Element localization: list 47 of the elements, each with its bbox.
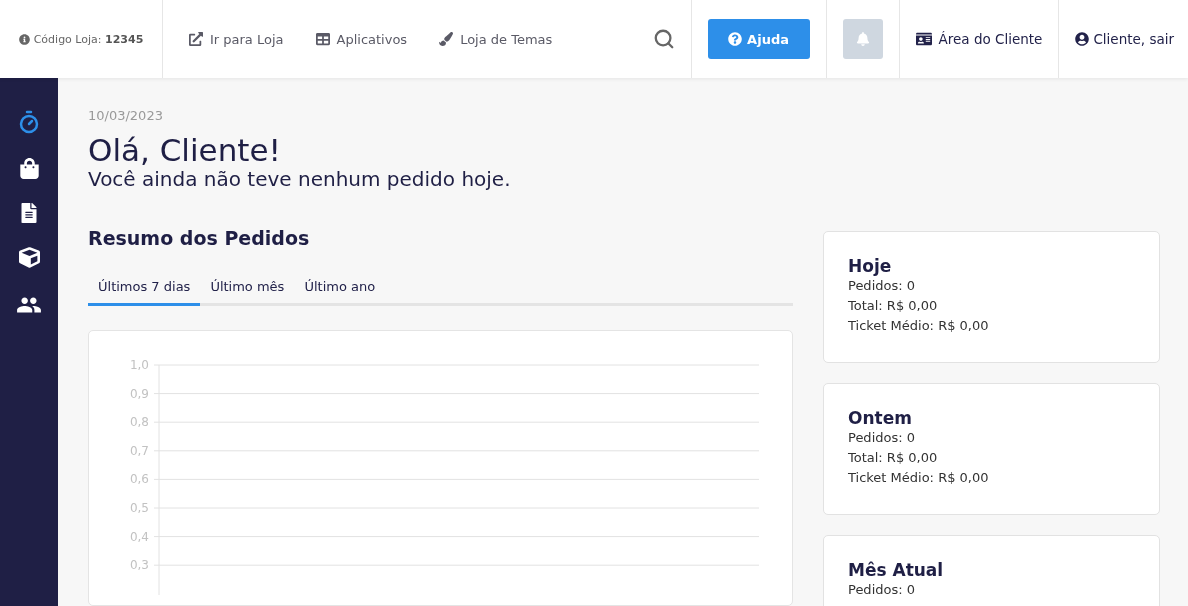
stat-line: Ticket Médio: R$ 0,00	[848, 469, 990, 487]
tab[interactable]: Último mês	[200, 271, 295, 307]
document-icon	[19, 203, 39, 223]
tab[interactable]: Último ano	[294, 271, 386, 307]
id-card-icon	[915, 31, 932, 47]
section-title: Resumo dos Pedidos	[88, 227, 311, 250]
info-icon	[18, 33, 30, 45]
nav-link[interactable]: Aplicativos	[305, 31, 418, 47]
logout-link[interactable]: Cliente, sair	[1075, 31, 1174, 47]
stat-line: Total: R$ 0,00	[848, 297, 939, 315]
stat-line: Ticket Médio: R$ 0,00	[848, 317, 990, 335]
search-icon[interactable]	[652, 28, 675, 50]
y-tick-label: 0,8	[129, 415, 149, 430]
tab[interactable]: Últimos 7 dias	[88, 271, 201, 307]
stat-line: Pedidos: 0	[848, 277, 916, 295]
y-tick-label: 0,3	[129, 558, 149, 573]
sidebar-item[interactable]	[19, 203, 39, 223]
stat-line: Pedidos: 0	[848, 429, 916, 447]
greeting: Olá, Cliente!	[88, 133, 282, 168]
card-title: Mês Atual	[848, 560, 945, 580]
stat-line: Total: R$ 0,00	[848, 449, 939, 467]
sidebar-item[interactable]	[18, 158, 40, 179]
brush-icon	[439, 32, 454, 46]
user-icon	[1075, 32, 1090, 46]
y-tick-label: 1,0	[129, 358, 149, 373]
question-icon	[728, 32, 743, 46]
client-area-link[interactable]: Área do Cliente	[915, 31, 1043, 47]
subtitle: Você ainda não teve nenhum pedido hoje.	[88, 167, 512, 192]
y-tick-label: 0,6	[129, 472, 149, 487]
bell-icon	[855, 32, 870, 46]
nav-link[interactable]: Ir para Loja	[179, 31, 294, 47]
y-tick-label: 0,5	[129, 501, 149, 516]
shopping-bag-icon	[18, 158, 40, 179]
sidebar-item[interactable]	[18, 247, 40, 268]
y-tick-label: 0,9	[129, 386, 149, 401]
external-link-icon	[189, 32, 203, 46]
stat-line: Pedidos: 0	[848, 581, 916, 599]
nav-link[interactable]: Loja de Temas	[429, 31, 563, 47]
timer-icon	[17, 110, 41, 134]
card-title: Ontem	[848, 408, 913, 428]
date: 10/03/2023	[88, 108, 164, 123]
cube-icon	[18, 247, 40, 268]
store-code: Código Loja: 12345	[33, 32, 144, 46]
y-tick-label: 0,7	[129, 443, 149, 458]
y-tick-label: 0,4	[129, 529, 149, 544]
card-title: Hoje	[848, 256, 893, 276]
grid-icon	[315, 32, 330, 46]
